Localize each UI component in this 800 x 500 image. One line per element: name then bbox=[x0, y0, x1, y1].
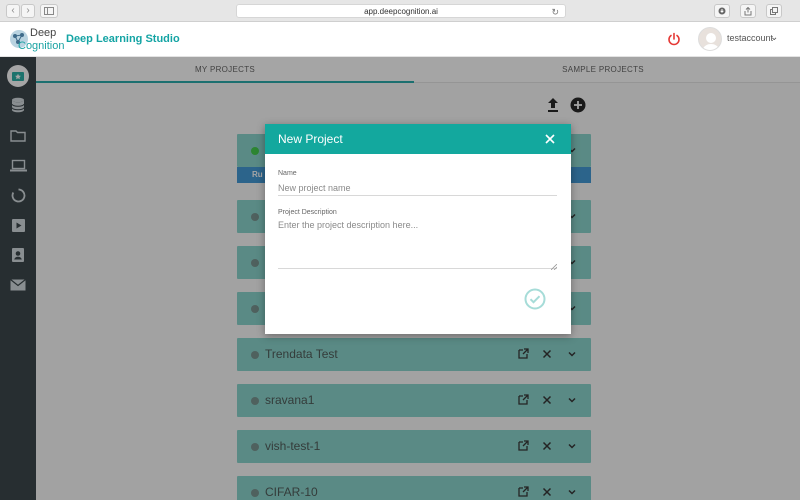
dialog-title: New Project bbox=[278, 132, 343, 146]
dialog-header: New Project bbox=[265, 124, 571, 154]
forward-button[interactable]: › bbox=[21, 4, 35, 18]
download-icon bbox=[718, 7, 726, 15]
user-avatar-icon bbox=[702, 33, 720, 50]
name-field-label: Name bbox=[278, 170, 297, 177]
deep-cognition-logo[interactable]: Deep Cognition bbox=[8, 26, 64, 54]
sidebar-toggle-button[interactable] bbox=[40, 4, 58, 18]
close-icon[interactable] bbox=[544, 133, 556, 145]
app-title: Deep Learning Studio bbox=[66, 33, 180, 45]
logo-text-deep: Deep bbox=[30, 27, 57, 39]
resize-grip-icon[interactable] bbox=[551, 264, 557, 270]
username[interactable]: testaccount bbox=[727, 33, 773, 43]
tabs-icon bbox=[770, 7, 778, 15]
back-button[interactable]: ‹ bbox=[6, 4, 20, 18]
download-button[interactable] bbox=[714, 4, 730, 18]
browser-toolbar: ‹ › app.deepcognition.ai ↻ bbox=[0, 0, 800, 22]
share-button[interactable] bbox=[740, 4, 756, 18]
power-icon[interactable] bbox=[666, 31, 682, 47]
tabs-button[interactable] bbox=[766, 4, 782, 18]
submit-check-icon[interactable] bbox=[524, 288, 546, 310]
app-header: Deep Cognition Deep Learning Studio test… bbox=[0, 22, 800, 57]
avatar[interactable] bbox=[698, 27, 722, 51]
project-description-input[interactable] bbox=[278, 219, 557, 269]
project-name-input[interactable] bbox=[278, 180, 557, 196]
chevron-down-icon[interactable]: ⌄ bbox=[770, 32, 778, 43]
logo-text-cognition: Cognition bbox=[18, 40, 65, 52]
new-project-dialog: New Project Name Project Description bbox=[265, 124, 571, 334]
description-field-label: Project Description bbox=[278, 209, 337, 216]
address-bar[interactable]: app.deepcognition.ai ↻ bbox=[236, 4, 566, 18]
sidebar-toggle-icon bbox=[44, 7, 54, 15]
url-text: app.deepcognition.ai bbox=[364, 7, 438, 16]
share-icon bbox=[744, 6, 752, 16]
reload-icon[interactable]: ↻ bbox=[551, 6, 559, 19]
